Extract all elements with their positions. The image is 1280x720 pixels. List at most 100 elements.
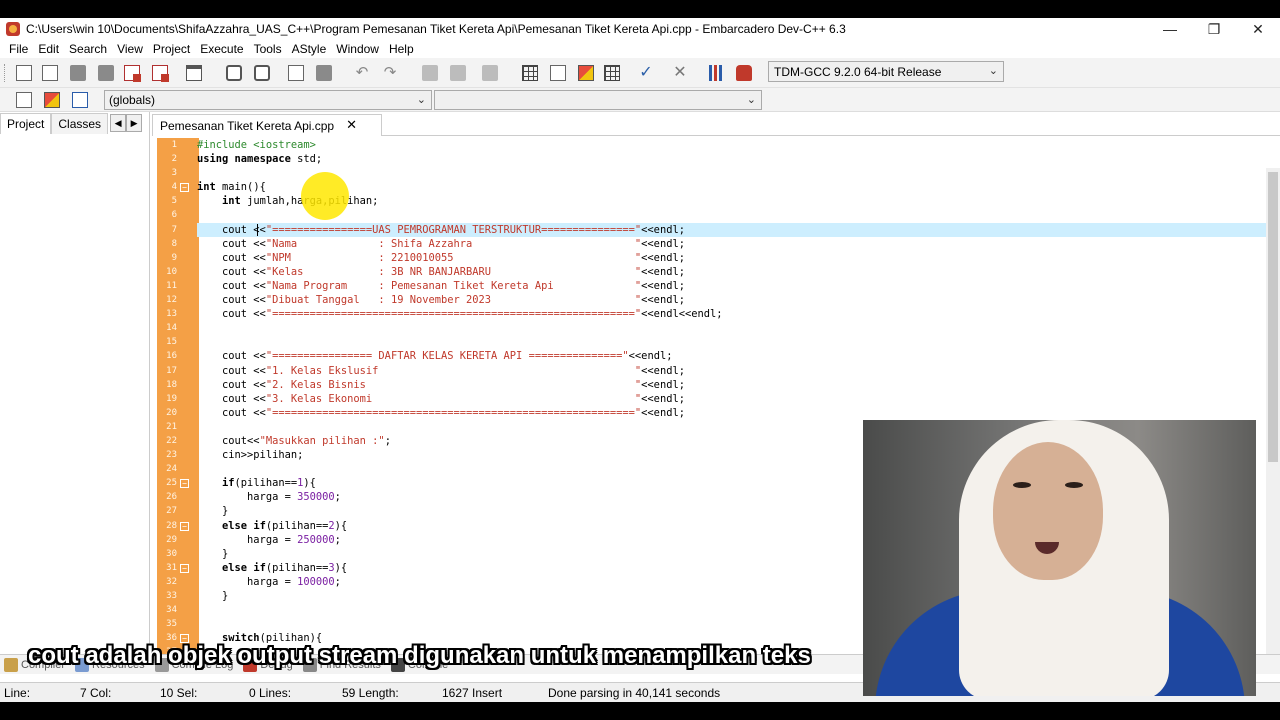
line-number: 27 — [166, 506, 177, 517]
tab-scroll-left-icon[interactable]: ◀ — [110, 114, 127, 132]
run-icon[interactable] — [550, 65, 566, 81]
menu-edit[interactable]: Edit — [33, 42, 64, 56]
code-line[interactable]: 9 cout <<"NPM : 2210010055 "<<endl; — [172, 251, 1266, 265]
line-number: 25 — [166, 478, 177, 489]
close-file-icon[interactable] — [124, 65, 141, 82]
code-line[interactable]: 13 cout <<"=============================… — [166, 307, 1266, 321]
menu-window[interactable]: Window — [331, 42, 384, 56]
close-tab-icon[interactable]: ✕ — [346, 117, 357, 133]
code-line-text: using namespace std; — [197, 153, 323, 166]
code-line[interactable]: 15 — [166, 335, 1266, 349]
status-message: Done parsing in 40,141 seconds — [548, 686, 721, 700]
goto-definition-icon[interactable] — [44, 92, 60, 108]
code-line-text: } — [197, 505, 229, 518]
code-line[interactable]: 16 cout <<"================ DAFTAR KELAS… — [166, 349, 1266, 363]
bookmark-next-icon[interactable] — [450, 65, 466, 81]
line-number: 17 — [166, 365, 177, 376]
project-panel: Project Classes ◀ ▶ — [0, 112, 150, 664]
code-line[interactable]: 4− int main(){ — [172, 180, 1266, 194]
print-icon[interactable] — [186, 65, 202, 81]
code-line-text: harga = 350000; — [197, 491, 341, 504]
unindent-icon[interactable] — [316, 65, 332, 81]
bookmark-prev-icon[interactable] — [422, 65, 438, 81]
menu-astyle[interactable]: AStyle — [287, 42, 332, 56]
syntax-check-icon[interactable]: ✓ — [638, 65, 654, 81]
line-number: 18 — [166, 379, 177, 390]
code-line-text: cout <<"================ DAFTAR KELAS KE… — [197, 350, 673, 363]
code-line-text: cout <<"================================… — [197, 308, 723, 321]
code-line[interactable]: 2 using namespace std; — [172, 152, 1266, 166]
compile-run-icon[interactable] — [578, 65, 594, 81]
open-file-icon[interactable] — [42, 65, 58, 81]
tab-project[interactable]: Project — [0, 113, 52, 134]
goto-line-icon[interactable] — [482, 65, 498, 81]
save-icon[interactable] — [70, 65, 86, 81]
fold-toggle-icon[interactable]: − — [180, 183, 189, 193]
tab-classes[interactable]: Classes — [51, 113, 109, 134]
rebuild-all-icon[interactable] — [604, 65, 620, 81]
code-line[interactable]: 3 — [172, 166, 1266, 180]
code-line[interactable]: 10 cout <<"Kelas : 3B NR BANJARBARU "<<e… — [166, 265, 1266, 279]
vertical-scrollbar[interactable] — [1266, 168, 1280, 662]
minimize-button[interactable]: — — [1148, 18, 1192, 40]
save-all-icon[interactable] — [98, 65, 114, 81]
code-line[interactable]: 5 int jumlah,harga,pilihan; — [172, 172, 1266, 221]
main-toolbar: ↶ ↷ ✓ ✕ TDM-GCC 9.2.0 64-bit Release ⌄ — [0, 58, 1280, 88]
code-line[interactable]: 1 #include <iostream> — [172, 138, 1266, 152]
new-file-icon[interactable] — [16, 65, 32, 81]
class-browser-icon[interactable] — [72, 92, 88, 108]
compile-icon[interactable] — [522, 65, 538, 81]
menu-file[interactable]: File — [4, 42, 33, 56]
restore-button[interactable]: ❐ — [1192, 18, 1236, 40]
code-line[interactable]: 20 cout <<"=============================… — [166, 406, 1266, 420]
fold-toggle-icon[interactable]: − — [180, 563, 189, 573]
fold-toggle-icon[interactable]: − — [180, 479, 189, 489]
goto-declaration-icon[interactable] — [16, 92, 32, 108]
class-toolbar: (globals) ⌄ ⌄ — [0, 88, 1280, 112]
line-number: 4 — [171, 182, 177, 193]
replace-icon[interactable] — [254, 65, 270, 81]
scope-select-value: (globals) — [109, 93, 156, 107]
fold-toggle-icon[interactable]: − — [180, 521, 189, 531]
members-select[interactable]: ⌄ — [434, 90, 762, 110]
find-icon[interactable] — [226, 65, 242, 81]
code-line[interactable]: 11 cout <<"Nama Program : Pemesanan Tike… — [166, 279, 1266, 293]
project-panel-tabs: Project Classes ◀ ▶ — [0, 112, 150, 134]
code-line[interactable]: 17 cout <<"1. Kelas Ekslusif "<<endl; — [166, 364, 1266, 378]
code-line-text: cout <<"Nama Program : Pemesanan Tiket K… — [197, 279, 685, 292]
window-controls: — ❐ ✕ — [1148, 18, 1280, 40]
indent-icon[interactable] — [288, 65, 304, 81]
line-number: 16 — [166, 351, 177, 362]
stop-execution-icon[interactable]: ✕ — [672, 65, 688, 81]
menu-view[interactable]: View — [112, 42, 148, 56]
status-line-label: Line: — [4, 686, 31, 700]
menu-project[interactable]: Project — [148, 42, 195, 56]
code-line[interactable]: 19 cout <<"3. Kelas Ekonomi "<<endl; — [166, 392, 1266, 406]
menu-help[interactable]: Help — [384, 42, 419, 56]
menu-execute[interactable]: Execute — [195, 42, 248, 56]
code-line-text: cout <<"1. Kelas Ekslusif "<<endl; — [197, 364, 685, 377]
close-button[interactable]: ✕ — [1236, 18, 1280, 40]
line-number: 30 — [166, 548, 177, 559]
scope-select[interactable]: (globals) ⌄ — [104, 90, 432, 110]
debug-icon[interactable] — [736, 65, 752, 81]
code-line[interactable]: 12 cout <<"Dibuat Tanggal : 19 November … — [166, 293, 1266, 307]
close-all-icon[interactable] — [152, 65, 169, 82]
code-line[interactable]: 8 cout <<"Nama : Shifa Azzahra "<<endl; — [172, 237, 1266, 251]
code-line[interactable]: 14 — [166, 321, 1266, 335]
status-length: 59 Length: — [342, 686, 399, 700]
undo-icon[interactable]: ↶ — [354, 65, 370, 81]
menu-search[interactable]: Search — [64, 42, 112, 56]
editor-tabs: Pemesanan Tiket Kereta Api.cpp ✕ — [152, 112, 1280, 136]
editor-tab-file[interactable]: Pemesanan Tiket Kereta Api.cpp ✕ — [152, 114, 382, 136]
code-line[interactable]: 6 — [172, 208, 1266, 222]
tab-scroll-right-icon[interactable]: ▶ — [126, 114, 143, 132]
chevron-down-icon: ⌄ — [416, 94, 426, 106]
compiler-select[interactable]: TDM-GCC 9.2.0 64-bit Release ⌄ — [768, 61, 1004, 82]
redo-icon[interactable]: ↷ — [382, 65, 398, 81]
scrollbar-thumb[interactable] — [1268, 172, 1278, 462]
code-line[interactable]: 7 cout <<"================UAS PEMROGRAMA… — [172, 222, 1266, 237]
menu-tools[interactable]: Tools — [249, 42, 287, 56]
code-line[interactable]: 18 cout <<"2. Kelas Bisnis "<<endl; — [166, 378, 1266, 392]
profile-chart-icon[interactable] — [708, 65, 724, 81]
